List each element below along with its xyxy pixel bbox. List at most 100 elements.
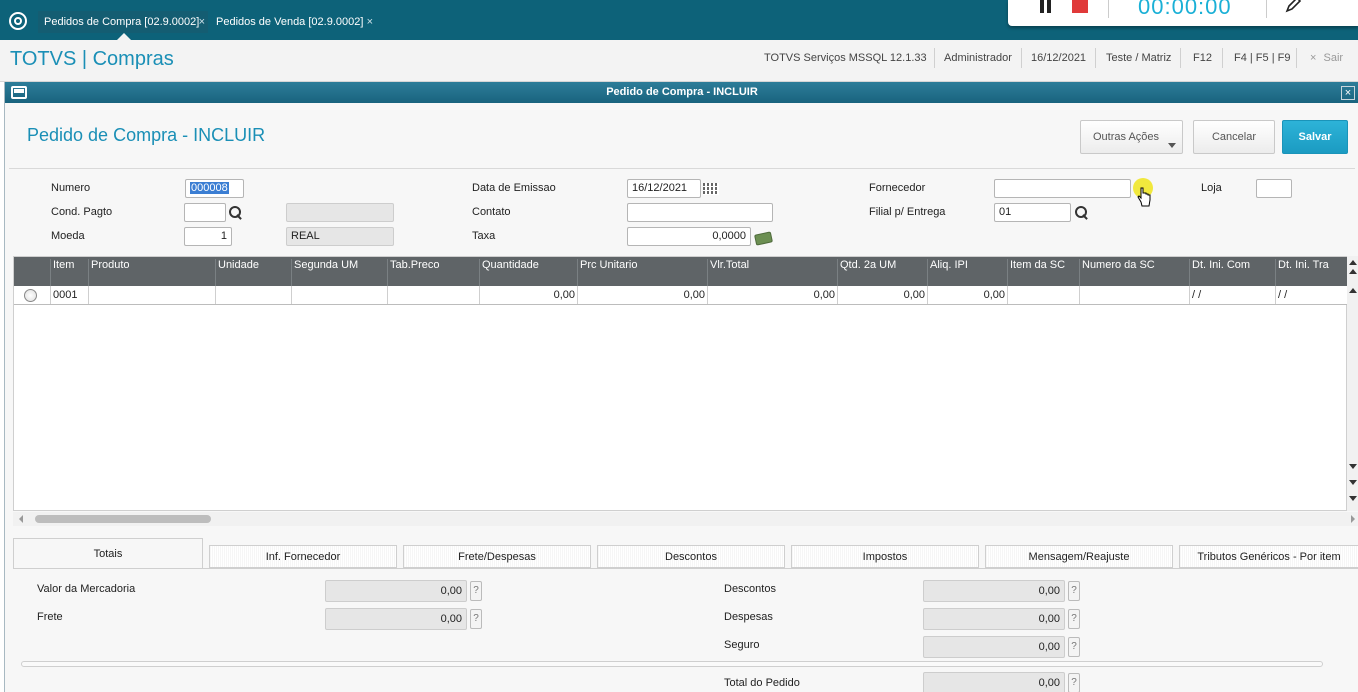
taxa-field[interactable]: 0,0000 (627, 227, 751, 246)
tab-descontos[interactable]: Descontos (597, 545, 785, 568)
shortcut-f12[interactable]: F12 (1193, 52, 1212, 64)
scroll-bottom-icon[interactable] (1349, 496, 1357, 501)
scroll-down-icon[interactable] (1349, 480, 1357, 485)
column-header[interactable]: Item (50, 259, 88, 286)
tab-inf-fornecedor[interactable]: Inf. Fornecedor (209, 545, 397, 568)
column-header[interactable]: Unidade (215, 259, 291, 286)
fornecedor-label: Fornecedor (869, 182, 926, 194)
user-name[interactable]: Administrador (944, 52, 1012, 64)
search-icon[interactable] (1075, 206, 1089, 220)
table-cell[interactable] (291, 286, 387, 304)
help-button[interactable]: ? (1068, 609, 1080, 629)
active-tab-caret-icon (117, 33, 131, 40)
tab-totais[interactable]: Totais (13, 538, 203, 569)
scroll-up-icon[interactable] (1349, 288, 1357, 293)
stop-icon[interactable] (1072, 0, 1088, 13)
total-value: 0,00 (923, 672, 1065, 692)
contato-field[interactable] (627, 203, 773, 222)
table-cell[interactable]: / / (1275, 286, 1348, 304)
tab-frete-despesas[interactable]: Frete/Despesas (403, 545, 591, 568)
help-button[interactable]: ? (1068, 673, 1080, 692)
help-button[interactable]: ? (1068, 581, 1080, 601)
scroll-left-icon[interactable] (19, 515, 23, 523)
column-header[interactable]: Vlr.Total (707, 259, 837, 286)
table-cell[interactable] (215, 286, 291, 304)
other-actions-button[interactable]: Outras Ações (1080, 120, 1183, 154)
tab-close-icon[interactable]: × (199, 11, 205, 33)
table-cell[interactable]: 0001 (50, 286, 88, 304)
frete-value: 0,00 (325, 608, 467, 630)
column-header[interactable]: Numero da SC (1079, 259, 1189, 286)
tab-tributos-genericos[interactable]: Tributos Genéricos - Por item (1179, 545, 1358, 568)
other-actions-label: Outras Ações (1093, 131, 1160, 143)
grid-horizontal-scrollbar[interactable] (13, 512, 1358, 526)
tab-pedidos-venda[interactable]: Pedidos de Venda [02.9.0002] × (210, 11, 376, 33)
table-cell[interactable]: / / (1189, 286, 1275, 304)
cond-pagto-field[interactable] (184, 203, 226, 222)
column-header[interactable]: Aliq. IPI (927, 259, 1007, 286)
scroll-up-icon[interactable] (1349, 269, 1357, 274)
emissao-field[interactable]: 16/12/2021 (627, 179, 701, 198)
scroll-down-icon[interactable] (1349, 464, 1357, 469)
table-cell[interactable]: 0,00 (479, 286, 577, 304)
table-row[interactable]: 0001 0,00 0,00 0,00 0,00 0,00 / / / / (14, 286, 1348, 305)
pause-icon[interactable] (1040, 0, 1052, 14)
loja-field[interactable] (1256, 179, 1292, 198)
shortcut-keys[interactable]: F4 | F5 | F9 (1234, 52, 1290, 64)
calendar-icon[interactable] (703, 183, 719, 195)
column-header[interactable]: Dt. Ini. Tra (1275, 259, 1348, 286)
app-header: TOTVS | Compras TOTVS Serviços MSSQL 12.… (0, 40, 1358, 82)
pen-icon[interactable] (1284, 0, 1302, 14)
column-header[interactable]: Qtd. 2a UM (837, 259, 927, 286)
column-header[interactable]: Produto (88, 259, 216, 286)
cancel-button[interactable]: Cancelar (1193, 120, 1275, 154)
table-cell[interactable] (387, 286, 479, 304)
divider (1095, 48, 1096, 68)
filial-field[interactable]: 01 (994, 203, 1071, 222)
fornecedor-field[interactable] (994, 179, 1131, 198)
column-header[interactable]: Item da SC (1007, 259, 1079, 286)
emissao-label: Data de Emissao (472, 182, 556, 194)
database-date[interactable]: 16/12/2021 (1031, 52, 1086, 64)
cond-pagto-description (286, 203, 394, 222)
help-button[interactable]: ? (470, 609, 482, 629)
numero-field[interactable]: 000008 (185, 179, 244, 198)
column-header[interactable]: Segunda UM (291, 259, 387, 286)
cond-pagto-label: Cond. Pagto (51, 206, 113, 218)
tab-impostos[interactable]: Impostos (791, 545, 979, 568)
money-icon[interactable] (754, 231, 773, 246)
table-cell[interactable] (88, 286, 215, 304)
tab-pedidos-compra[interactable]: Pedidos de Compra [02.9.0002] × (38, 11, 208, 33)
totvs-logo-icon[interactable] (9, 12, 27, 30)
scroll-right-icon[interactable] (1351, 515, 1355, 523)
exit-button[interactable]: × Sair (1310, 52, 1343, 64)
descontos-value: 0,00 (923, 580, 1065, 602)
moeda-field[interactable]: 1 (184, 227, 232, 246)
table-cell[interactable]: 0,00 (577, 286, 707, 304)
column-header[interactable]: Tab.Preco (387, 259, 479, 286)
column-header[interactable]: Dt. Ini. Com (1189, 259, 1275, 286)
table-cell[interactable]: 0,00 (837, 286, 927, 304)
table-cell[interactable] (1007, 286, 1079, 304)
company-branch[interactable]: Teste / Matriz (1106, 52, 1171, 64)
table-cell[interactable]: 0,00 (927, 286, 1007, 304)
table-cell[interactable]: 0,00 (707, 286, 837, 304)
numero-value: 000008 (190, 182, 229, 194)
tab-close-icon[interactable]: × (367, 11, 373, 33)
tab-mensagem-reajuste[interactable]: Mensagem/Reajuste (985, 545, 1173, 568)
column-header[interactable]: Quantidade (479, 259, 578, 286)
close-icon: × (1310, 52, 1317, 64)
chevron-down-icon (1168, 143, 1176, 148)
divider (1180, 48, 1181, 68)
grid-vertical-scrollbar[interactable] (1347, 256, 1358, 511)
row-select-radio[interactable] (24, 289, 37, 302)
help-button[interactable]: ? (1068, 637, 1080, 657)
search-icon[interactable] (229, 206, 243, 220)
close-icon[interactable]: × (1341, 86, 1355, 100)
table-cell[interactable] (1079, 286, 1189, 304)
save-button[interactable]: Salvar (1282, 120, 1348, 154)
help-button[interactable]: ? (470, 581, 482, 601)
scrollbar-thumb[interactable] (35, 515, 211, 523)
scroll-top-icon[interactable] (1349, 260, 1357, 265)
column-header[interactable]: Prc Unitario (577, 259, 707, 286)
